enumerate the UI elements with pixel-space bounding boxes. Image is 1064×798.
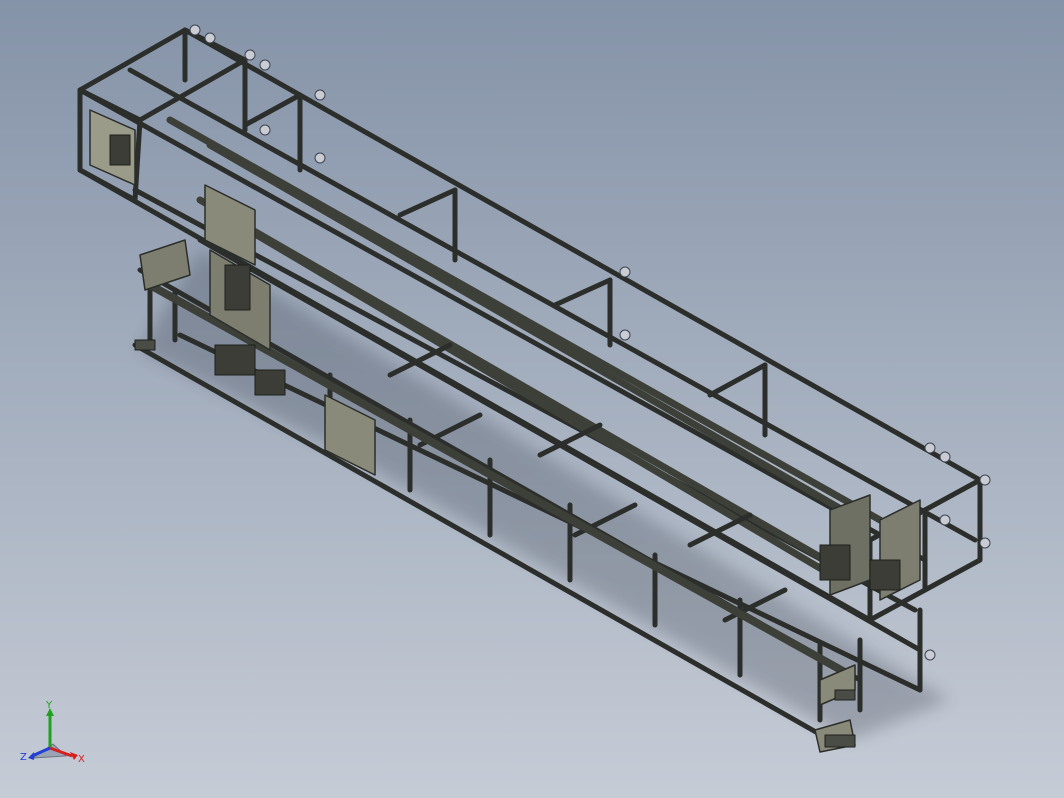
cad-viewport[interactable] — [0, 0, 1064, 798]
axis-triad: Y X Z — [20, 700, 85, 765]
z-axis-label: Z — [20, 752, 27, 763]
lower-rail — [146, 281, 854, 679]
z-axis-arrow-head — [28, 752, 34, 760]
x-axis-label: X — [78, 754, 85, 765]
y-axis-label: Y — [45, 700, 53, 711]
